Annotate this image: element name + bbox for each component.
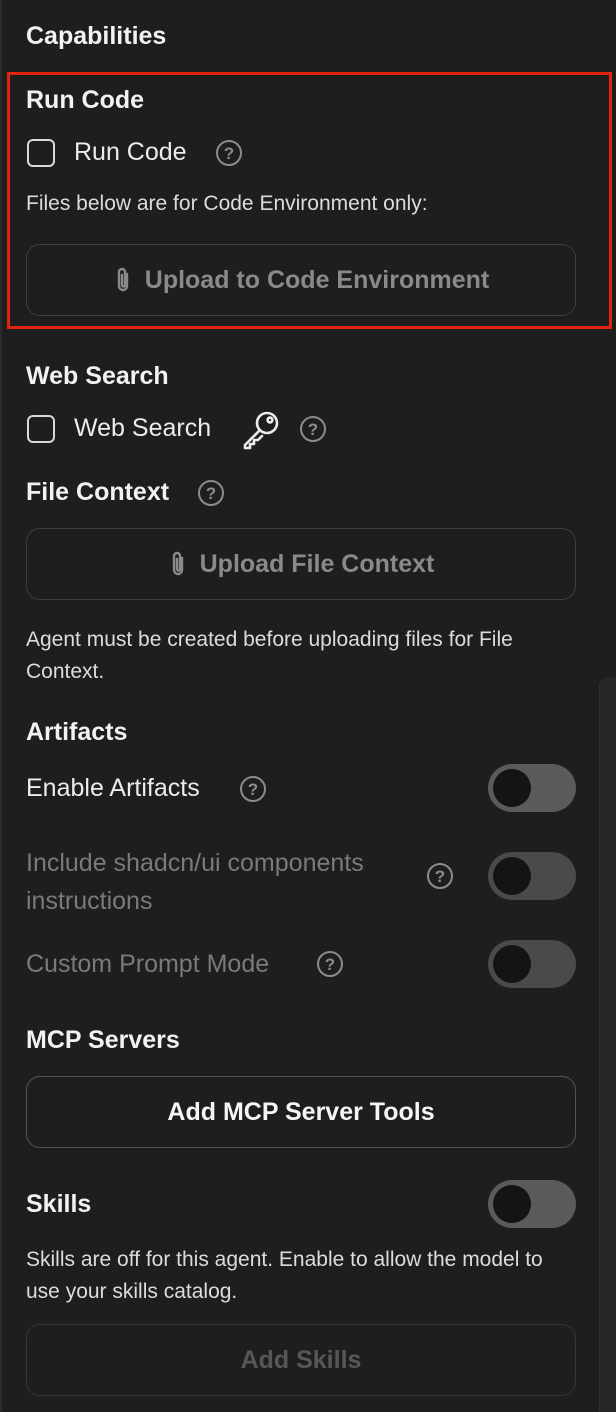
capabilities-panel: Capabilities Run Code Run Code ? Files b… [0,0,616,1412]
paperclip-icon [168,550,188,578]
run-code-help-icon[interactable]: ? [216,140,242,166]
toggle-knob [493,857,531,895]
custom-prompt-mode-label: Custom Prompt Mode [26,950,270,978]
custom-prompt-help-icon[interactable]: ? [317,951,343,977]
upload-code-environment-button[interactable]: Upload to Code Environment [26,244,576,316]
add-skills-button[interactable]: Add Skills [26,1324,576,1396]
key-icon[interactable] [240,408,282,455]
skills-title: Skills [26,1190,92,1218]
shadcn-help-icon[interactable]: ? [427,863,453,889]
run-code-checkbox[interactable] [27,139,55,167]
paperclip-icon [113,266,133,294]
scrollbar[interactable] [599,677,616,1412]
add-mcp-server-tools-button[interactable]: Add MCP Server Tools [26,1076,576,1148]
skills-note: Skills are off for this agent. Enable to… [26,1248,543,1303]
add-skills-label: Add Skills [240,1345,362,1374]
skills-toggle[interactable] [488,1180,576,1228]
upload-file-context-label: Upload File Context [199,549,435,578]
enable-artifacts-toggle[interactable] [488,764,576,812]
artifacts-title: Artifacts [26,718,128,746]
capabilities-title: Capabilities [26,22,167,50]
toggle-knob [493,945,531,983]
custom-prompt-mode-toggle[interactable] [488,940,576,988]
web-search-checkbox-label[interactable]: Web Search [74,416,211,441]
web-search-checkbox[interactable] [27,415,55,443]
upload-code-environment-label: Upload to Code Environment [144,265,490,294]
run-code-note: Files below are for Code Environment onl… [26,192,428,215]
file-context-note: Agent must be created before uploading f… [26,628,513,683]
add-mcp-server-tools-label: Add MCP Server Tools [167,1097,435,1126]
file-context-title: File Context [26,478,170,506]
shadcn-instructions-toggle[interactable] [488,852,576,900]
file-context-help-icon[interactable]: ? [198,480,224,506]
panel-border [0,0,2,1412]
web-search-title: Web Search [26,362,169,390]
toggle-knob [493,1185,531,1223]
web-search-help-icon[interactable]: ? [300,416,326,442]
upload-file-context-button[interactable]: Upload File Context [26,528,576,600]
toggle-knob [493,769,531,807]
shadcn-instructions-label: Include shadcn/ui components instruction… [26,849,364,915]
run-code-checkbox-label[interactable]: Run Code [74,140,187,165]
enable-artifacts-help-icon[interactable]: ? [240,776,266,802]
enable-artifacts-label: Enable Artifacts [26,774,200,802]
run-code-title: Run Code [26,86,145,114]
mcp-servers-title: MCP Servers [26,1026,180,1054]
